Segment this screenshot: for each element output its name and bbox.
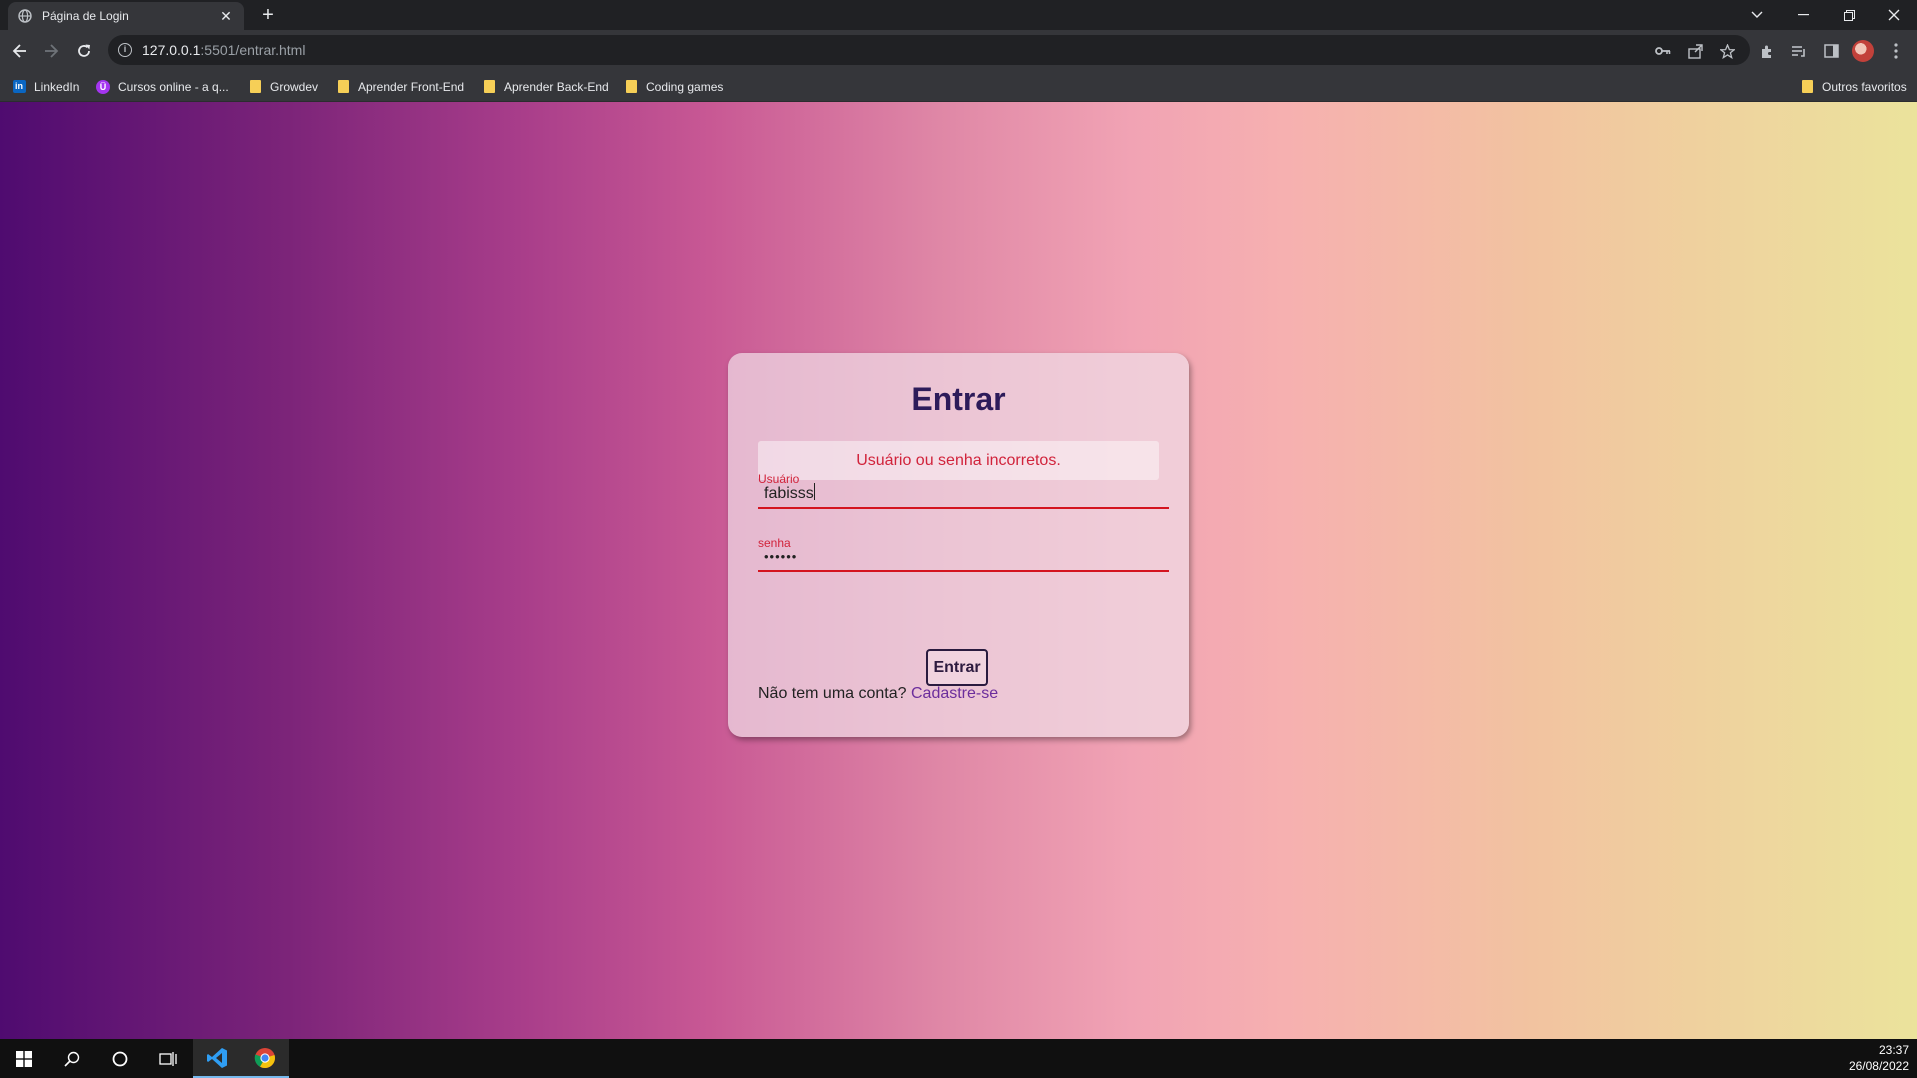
- bookmark-label: Aprender Back-End: [504, 79, 609, 94]
- bookmark-label: Cursos online - a q...: [118, 79, 229, 94]
- username-value: fabisss: [764, 485, 814, 502]
- bookmark-label: Coding games: [646, 79, 724, 94]
- search-icon[interactable]: [48, 1039, 96, 1078]
- bookmark-other-favorites[interactable]: Outros favoritos: [1800, 71, 1907, 102]
- login-title: Entrar: [911, 381, 1006, 417]
- udemy-icon: Ü: [96, 79, 110, 94]
- username-input[interactable]: fabisss: [758, 481, 1169, 509]
- share-icon[interactable]: [1686, 42, 1704, 60]
- url-path: :5501/entrar.html: [200, 42, 306, 58]
- tab-close-icon[interactable]: ✕: [218, 8, 234, 24]
- tab-strip: Página de Login ✕ +: [0, 0, 1917, 30]
- windows-taskbar: 23:37 26/08/2022: [0, 1039, 1917, 1078]
- bookmark-growdev[interactable]: Growdev: [248, 71, 318, 102]
- clock-time: 23:37: [1878, 1043, 1909, 1057]
- clock-date: 26/08/2022: [1848, 1059, 1909, 1073]
- reload-icon[interactable]: [72, 39, 96, 63]
- browser-toolbar: i 127.0.0.1:5501/entrar.html: [0, 30, 1917, 71]
- minimize-icon[interactable]: [1780, 0, 1826, 30]
- bookmark-cursos-online[interactable]: Ü Cursos online - a q...: [96, 71, 229, 102]
- signup-link[interactable]: Cadastre-se: [911, 685, 998, 702]
- error-message: Usuário ou senha incorretos.: [758, 441, 1159, 480]
- close-window-icon[interactable]: [1871, 0, 1917, 30]
- page-background: Entrar Usuário ou senha incorretos. Usuá…: [0, 102, 1917, 1039]
- url-host: 127.0.0.1: [142, 42, 201, 58]
- reading-list-icon[interactable]: [1790, 42, 1808, 60]
- site-info-icon[interactable]: i: [118, 43, 132, 57]
- bookmark-label: Aprender Front-End: [358, 79, 465, 94]
- restore-icon[interactable]: [1826, 0, 1872, 30]
- linkedin-icon: in: [12, 80, 26, 94]
- key-icon[interactable]: [1654, 42, 1672, 60]
- text-caret: [813, 483, 815, 500]
- forward-icon[interactable]: [39, 39, 63, 63]
- bookmark-label: LinkedIn: [34, 79, 80, 94]
- bookmark-aprender-back-end[interactable]: Aprender Back-End: [482, 71, 609, 102]
- star-icon[interactable]: [1718, 42, 1736, 60]
- folder-icon: [482, 80, 496, 94]
- folder-icon: [624, 80, 638, 94]
- address-bar[interactable]: i 127.0.0.1:5501/entrar.html: [108, 35, 1750, 65]
- bookmark-label: Outros favoritos: [1822, 79, 1907, 94]
- signup-prompt: Não tem uma conta? Cadastre-se: [758, 685, 998, 703]
- login-card: Entrar Usuário ou senha incorretos. Usuá…: [728, 353, 1189, 737]
- chrome-icon[interactable]: [241, 1039, 289, 1078]
- windows-start-icon[interactable]: [0, 1039, 48, 1078]
- password-input[interactable]: ••••••: [758, 544, 1169, 572]
- new-tab-icon[interactable]: +: [258, 4, 278, 26]
- back-icon[interactable]: [8, 39, 32, 63]
- bookmark-aprender-front-end[interactable]: Aprender Front-End: [336, 71, 464, 102]
- password-value: ••••••: [764, 549, 798, 564]
- globe-icon: [18, 9, 32, 23]
- extensions-icon[interactable]: [1758, 42, 1776, 60]
- tab-active[interactable]: Página de Login ✕: [8, 2, 244, 30]
- profile-avatar[interactable]: [1852, 40, 1874, 62]
- vscode-icon[interactable]: [193, 1039, 241, 1078]
- folder-icon: [336, 80, 350, 94]
- side-panel-icon[interactable]: [1822, 42, 1840, 60]
- tab-title: Página de Login: [42, 9, 129, 23]
- bookmark-coding-games[interactable]: Coding games: [624, 71, 723, 102]
- signup-prompt-text: Não tem uma conta?: [758, 685, 907, 702]
- system-clock[interactable]: 23:37 26/08/2022: [1849, 1042, 1909, 1074]
- tab-search-icon[interactable]: [1734, 0, 1780, 30]
- task-view-icon[interactable]: [144, 1039, 192, 1078]
- submit-button[interactable]: Entrar: [926, 649, 988, 686]
- cortana-icon[interactable]: [96, 1039, 144, 1078]
- bookmark-linkedin[interactable]: in LinkedIn: [12, 71, 79, 102]
- folder-icon: [1800, 80, 1814, 94]
- menu-kebab-icon[interactable]: [1887, 42, 1905, 60]
- bookmark-label: Growdev: [270, 79, 319, 94]
- bookmarks-bar: in LinkedIn Ü Cursos online - a q... Gro…: [0, 71, 1917, 102]
- folder-icon: [248, 80, 262, 94]
